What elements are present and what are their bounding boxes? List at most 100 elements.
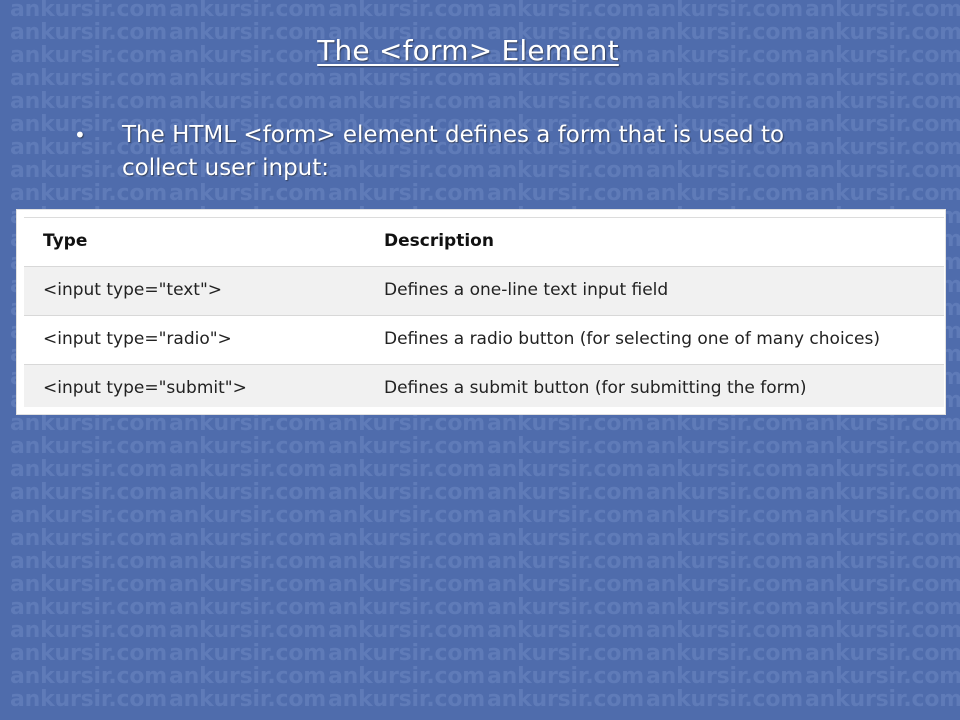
table-row: <input type="radio"> Defines a radio but…: [24, 315, 944, 364]
watermark-text: ankursir.com: [805, 434, 960, 459]
watermark-row: ankursir.comankursir.comankursir.comanku…: [10, 412, 960, 435]
watermark-text: ankursir.com: [169, 641, 327, 666]
table-body: Type Description <input type="text"> Def…: [24, 217, 944, 407]
watermark-text: ankursir.com: [646, 411, 804, 436]
watermark-text: ankursir.com: [646, 480, 804, 505]
watermark-row: ankursir.comankursir.comankursir.comanku…: [10, 504, 960, 527]
watermark-text: ankursir.com: [805, 135, 960, 160]
watermark-text: ankursir.com: [10, 434, 168, 459]
watermark-text: ankursir.com: [10, 411, 168, 436]
watermark-text: ankursir.com: [805, 181, 960, 206]
watermark-text: ankursir.com: [805, 66, 960, 91]
watermark-text: ankursir.com: [487, 618, 645, 643]
watermark-text: ankursir.com: [487, 181, 645, 206]
watermark-text: ankursir.com: [169, 434, 327, 459]
watermark-text: ankursir.com: [646, 434, 804, 459]
watermark-text: ankursir.com: [328, 480, 486, 505]
watermark-text: ankursir.com: [805, 503, 960, 528]
watermark-text: ankursir.com: [10, 89, 168, 114]
watermark-text: ankursir.com: [487, 480, 645, 505]
bullet-text: The HTML <form> element defines a form t…: [122, 122, 785, 181]
watermark-row: ankursir.comankursir.comankursir.comanku…: [10, 642, 960, 665]
watermark-text: ankursir.com: [328, 595, 486, 620]
watermark-text: ankursir.com: [10, 66, 168, 91]
watermark-text: ankursir.com: [328, 66, 486, 91]
watermark-text: ankursir.com: [487, 549, 645, 574]
watermark-row: ankursir.comankursir.comankursir.comanku…: [10, 665, 960, 688]
watermark-text: ankursir.com: [805, 112, 960, 137]
watermark-text: ankursir.com: [487, 641, 645, 666]
watermark-text: ankursir.com: [10, 480, 168, 505]
watermark-text: ankursir.com: [487, 66, 645, 91]
watermark-row: ankursir.comankursir.comankursir.comanku…: [10, 182, 960, 205]
watermark-text: ankursir.com: [10, 503, 168, 528]
watermark-text: ankursir.com: [805, 89, 960, 114]
watermark-text: ankursir.com: [10, 618, 168, 643]
watermark-text: ankursir.com: [169, 480, 327, 505]
watermark-text: ankursir.com: [10, 664, 168, 689]
watermark-text: ankursir.com: [169, 503, 327, 528]
watermark-text: ankursir.com: [646, 618, 804, 643]
watermark-text: ankursir.com: [169, 572, 327, 597]
watermark-text: ankursir.com: [646, 595, 804, 620]
watermark-text: ankursir.com: [646, 89, 804, 114]
watermark-text: ankursir.com: [10, 687, 168, 712]
watermark-text: ankursir.com: [805, 618, 960, 643]
watermark-text: ankursir.com: [805, 526, 960, 551]
watermark-row: ankursir.comankursir.comankursir.comanku…: [10, 573, 960, 596]
watermark-text: ankursir.com: [646, 66, 804, 91]
watermark-text: ankursir.com: [487, 595, 645, 620]
watermark-text: ankursir.com: [487, 664, 645, 689]
watermark-text: ankursir.com: [805, 0, 960, 22]
watermark-text: ankursir.com: [646, 457, 804, 482]
table-row: <input type="submit"> Defines a submit b…: [24, 364, 944, 407]
watermark-text: ankursir.com: [328, 411, 486, 436]
watermark-row: ankursir.comankursir.comankursir.comanku…: [10, 619, 960, 642]
watermark-text: ankursir.com: [10, 549, 168, 574]
watermark-text: ankursir.com: [646, 687, 804, 712]
watermark-text: ankursir.com: [328, 457, 486, 482]
watermark-text: ankursir.com: [328, 572, 486, 597]
watermark-text: ankursir.com: [487, 526, 645, 551]
table-header-row: Type Description: [24, 217, 944, 266]
watermark-text: ankursir.com: [10, 572, 168, 597]
header-type: Type: [43, 231, 88, 251]
watermark-text: ankursir.com: [805, 572, 960, 597]
watermark-text: ankursir.com: [487, 572, 645, 597]
watermark-text: ankursir.com: [646, 0, 804, 22]
watermark-text: ankursir.com: [169, 89, 327, 114]
table-row: <input type="text"> Defines a one-line t…: [24, 266, 944, 315]
watermark-text: ankursir.com: [487, 434, 645, 459]
watermark-text: ankursir.com: [10, 641, 168, 666]
watermark-text: ankursir.com: [169, 181, 327, 206]
watermark-text: ankursir.com: [646, 641, 804, 666]
watermark-text: ankursir.com: [487, 457, 645, 482]
row-type-cell: <input type="radio">: [43, 329, 232, 349]
row-type-cell: <input type="submit">: [43, 378, 247, 398]
watermark-text: ankursir.com: [646, 526, 804, 551]
watermark-text: ankursir.com: [328, 503, 486, 528]
watermark-text: ankursir.com: [805, 158, 960, 183]
watermark-text: ankursir.com: [646, 664, 804, 689]
watermark-text: ankursir.com: [169, 66, 327, 91]
watermark-text: ankursir.com: [328, 664, 486, 689]
watermark-text: ankursir.com: [169, 618, 327, 643]
slide-title: The <form> Element: [317, 34, 619, 67]
watermark-text: ankursir.com: [10, 595, 168, 620]
watermark-text: ankursir.com: [169, 411, 327, 436]
watermark-text: ankursir.com: [805, 457, 960, 482]
watermark-text: ankursir.com: [805, 641, 960, 666]
watermark-text: ankursir.com: [328, 434, 486, 459]
row-description-cell: Defines a submit button (for submitting …: [384, 378, 807, 398]
watermark-text: ankursir.com: [10, 457, 168, 482]
watermark-text: ankursir.com: [487, 503, 645, 528]
watermark-text: ankursir.com: [169, 687, 327, 712]
watermark-text: ankursir.com: [328, 526, 486, 551]
watermark-text: ankursir.com: [805, 480, 960, 505]
watermark-text: ankursir.com: [169, 549, 327, 574]
watermark-row: ankursir.comankursir.comankursir.comanku…: [10, 481, 960, 504]
bullet-icon: •: [74, 123, 86, 147]
watermark-text: ankursir.com: [10, 526, 168, 551]
watermark-text: ankursir.com: [487, 0, 645, 22]
watermark-text: ankursir.com: [328, 618, 486, 643]
